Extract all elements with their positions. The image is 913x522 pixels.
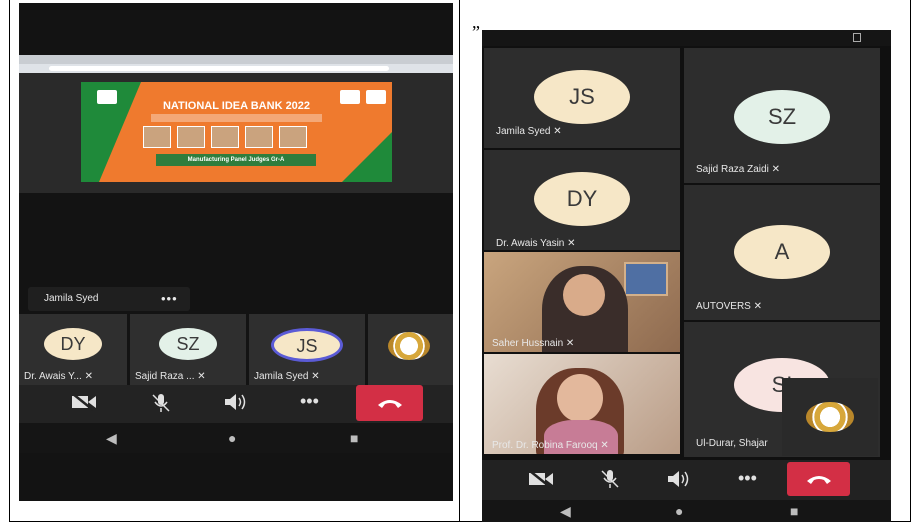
presentation-slide: NATIONAL IDEA BANK 2022 Manufacturing Pa… — [81, 82, 392, 182]
speaker-icon[interactable] — [666, 470, 692, 493]
avatar: A — [734, 225, 830, 279]
participant-name: Sajid Raza ... ✕ — [135, 371, 206, 382]
more-options-button[interactable]: ••• — [161, 291, 178, 306]
avatar: JS — [534, 70, 630, 124]
slide-decoration-right — [342, 132, 392, 182]
recents-icon[interactable]: ■ — [790, 503, 798, 519]
slide-title: NATIONAL IDEA BANK 2022 — [162, 100, 311, 112]
right-phone-screen: JS Jamila Syed ✕ DY Dr. Awais Yasin ✕ Sa… — [482, 30, 891, 522]
participant-tile[interactable]: SZ Sajid Raza ... ✕ — [130, 314, 246, 385]
participant-tile[interactable]: DY Dr. Awais Yasin ✕ — [484, 150, 680, 250]
left-phone-screen: NATIONAL IDEA BANK 2022 Manufacturing Pa… — [19, 3, 453, 501]
mic-off-icon[interactable] — [599, 469, 621, 494]
participant-face — [563, 274, 605, 316]
camera-off-icon[interactable] — [528, 470, 554, 493]
caption-mark: „ — [472, 12, 480, 32]
avatar: SZ — [734, 90, 830, 144]
video-tile-saher[interactable]: Saher Hussnain ✕ — [484, 252, 680, 352]
participant-tile[interactable] — [368, 314, 453, 385]
camera-off-icon[interactable] — [71, 393, 97, 416]
participant-name: AUTOVERS ✕ — [696, 301, 762, 312]
status-bar — [482, 30, 891, 46]
speaker-icon[interactable] — [223, 393, 249, 416]
judge-photo — [279, 126, 307, 148]
video-tile-robina[interactable]: Prof. Dr. Robina Farooq ✕ — [484, 354, 680, 454]
home-icon[interactable]: ● — [675, 503, 683, 519]
browser-url-bar — [49, 66, 389, 71]
avatar: SZ — [159, 328, 217, 360]
participant-name: Ul-Durar, Shajar — [696, 438, 768, 449]
organization-seal-icon — [388, 332, 430, 360]
more-options-icon[interactable]: ••• — [300, 391, 319, 412]
wall-painting — [624, 262, 668, 296]
pinned-speaker-pill[interactable]: Jamila Syed ••• — [28, 287, 190, 311]
organization-seal-icon — [806, 402, 854, 432]
judge-photo — [177, 126, 205, 148]
judge-photo — [143, 126, 171, 148]
battery-icon — [853, 33, 861, 42]
hang-up-button[interactable] — [356, 385, 423, 421]
back-icon[interactable]: ◀ — [560, 503, 571, 520]
android-nav-bar: ◀ ● ■ — [482, 500, 891, 522]
participant-name: Dr. Awais Y... ✕ — [24, 371, 93, 382]
browser-toolbar — [19, 55, 453, 73]
participant-tile[interactable]: DY Dr. Awais Y... ✕ — [19, 314, 127, 385]
panel-divider — [459, 0, 460, 522]
participant-name: Jamila Syed ✕ — [496, 126, 562, 137]
participant-name: Saher Hussnain ✕ — [492, 338, 575, 349]
avatar: DY — [44, 328, 102, 360]
mic-off-icon[interactable] — [150, 393, 172, 418]
slide-panel-label: Manufacturing Panel Judges Gr-A — [156, 154, 316, 166]
recents-icon[interactable]: ■ — [350, 430, 358, 446]
avatar: DY — [534, 172, 630, 226]
call-controls: ••• — [482, 460, 891, 500]
call-controls: ••• — [19, 385, 453, 423]
home-icon[interactable]: ● — [228, 430, 236, 446]
participant-name: Sajid Raza Zaidi ✕ — [696, 164, 780, 175]
android-nav-bar: ◀ ● ■ — [19, 423, 453, 453]
slide-subtitle-bar — [151, 114, 322, 122]
phone-hangup-icon — [377, 393, 403, 413]
back-icon[interactable]: ◀ — [106, 430, 117, 447]
judge-photo — [211, 126, 239, 148]
self-view-tile[interactable] — [782, 378, 878, 456]
avatar: JS — [271, 328, 343, 362]
participant-face — [557, 374, 603, 422]
participant-name: Prof. Dr. Robina Farooq ✕ — [492, 440, 609, 451]
participant-tile[interactable]: SZ Sajid Raza Zaidi ✕ — [684, 48, 880, 183]
participant-name: Dr. Awais Yasin ✕ — [496, 238, 576, 249]
pinned-speaker-name: Jamila Syed — [44, 293, 99, 304]
hang-up-button[interactable] — [787, 462, 850, 496]
screen-share-area[interactable]: NATIONAL IDEA BANK 2022 Manufacturing Pa… — [19, 55, 453, 193]
participant-tile[interactable]: A AUTOVERS ✕ — [684, 185, 880, 320]
participant-name: Jamila Syed ✕ — [254, 371, 320, 382]
more-options-icon[interactable]: ••• — [738, 468, 757, 489]
judge-photo — [245, 126, 273, 148]
phone-hangup-icon — [806, 469, 832, 489]
participant-tile-active[interactable]: JS Jamila Syed ✕ — [249, 314, 365, 385]
browser-tabs — [19, 55, 453, 64]
participant-tile[interactable]: JS Jamila Syed ✕ — [484, 48, 680, 148]
judges-photos — [143, 126, 307, 148]
